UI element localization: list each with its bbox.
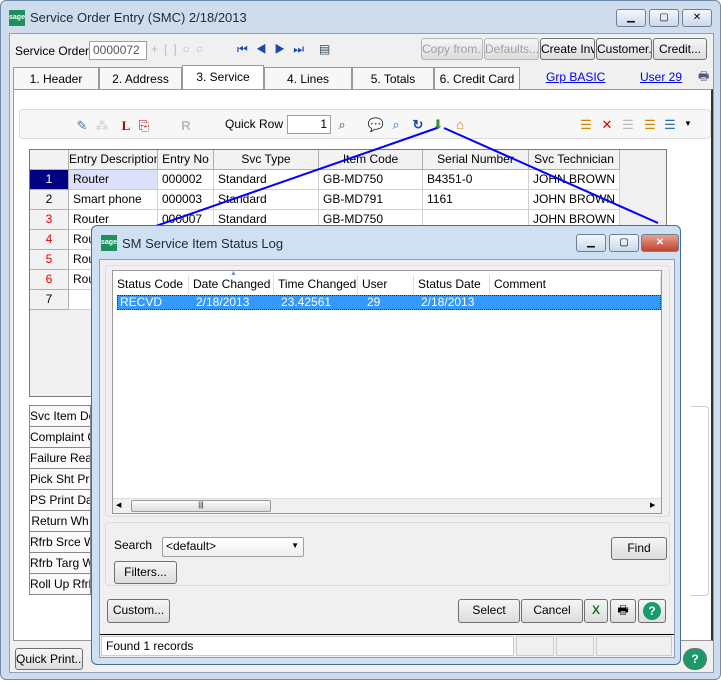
main-window: sage Service Order Entry (SMC) 2/18/2013… (0, 0, 721, 680)
cell-user: 29 (367, 295, 381, 309)
list-column-header[interactable]: Comment (490, 275, 661, 294)
list-column-header[interactable]: Date Changed (189, 275, 274, 294)
sage-logo: sage (101, 235, 117, 251)
cell-status-code: RECVD (120, 295, 163, 309)
excel-export-icon[interactable]: X (584, 599, 608, 623)
list-column-header[interactable]: Status Date (414, 275, 490, 294)
dialog-title: SM Service Item Status Log (122, 236, 284, 251)
help-icon: ? (643, 602, 661, 620)
list-column-header[interactable]: User (358, 275, 414, 294)
callout-line-right (443, 127, 659, 224)
scrollbar-thumb[interactable]: ||| (131, 500, 271, 512)
sort-ascending-icon: ▲ (230, 270, 237, 277)
status-log-dialog: sage SM Service Item Status Log ▁ ▢ ✕ St… (91, 225, 681, 665)
search-select-value: <default> (166, 539, 217, 553)
dialog-minimize-button[interactable]: ▁ (576, 234, 606, 252)
scroll-right-icon[interactable]: ▶ (650, 501, 655, 509)
select-button[interactable]: Select (458, 599, 520, 623)
scroll-left-icon[interactable]: ◀ (116, 501, 121, 509)
dialog-client: Status Code Date Changed Time Changed User S… (99, 259, 675, 658)
list-column-header[interactable]: Status Code (113, 275, 189, 294)
help-button[interactable]: ? (638, 599, 666, 623)
status-pane (516, 636, 554, 656)
status-pane (556, 636, 594, 656)
list-column-header[interactable]: Time Changed (274, 275, 358, 294)
cell-time-changed: 23.42561 (281, 295, 332, 309)
list-row-selected[interactable]: RECVD 2/18/2013 23.42561 29 2/18/2013 (117, 295, 661, 310)
cancel-button[interactable]: Cancel (521, 599, 583, 623)
search-select[interactable]: <default> ▼ (162, 537, 304, 557)
status-pane (596, 636, 672, 656)
horizontal-scrollbar[interactable]: ◀ ||| ▶ (113, 498, 661, 513)
filters-button[interactable]: Filters... (114, 561, 177, 584)
cell-date-changed: 2/18/2013 (196, 295, 250, 309)
chevron-down-icon: ▼ (291, 541, 299, 550)
status-divider (100, 634, 674, 635)
cell-status-date: 2/18/2013 (421, 295, 475, 309)
dialog-maximize-button[interactable]: ▢ (609, 234, 639, 252)
search-label: Search (114, 538, 153, 552)
status-log-list: Status Code Date Changed Time Changed User S… (112, 270, 662, 514)
print-icon[interactable]: 🖶 (610, 599, 636, 623)
dialog-close-button[interactable]: ✕ (641, 234, 679, 252)
custom-button[interactable]: Custom... (107, 599, 170, 623)
status-text: Found 1 records (101, 636, 514, 656)
find-button[interactable]: Find (611, 537, 667, 560)
